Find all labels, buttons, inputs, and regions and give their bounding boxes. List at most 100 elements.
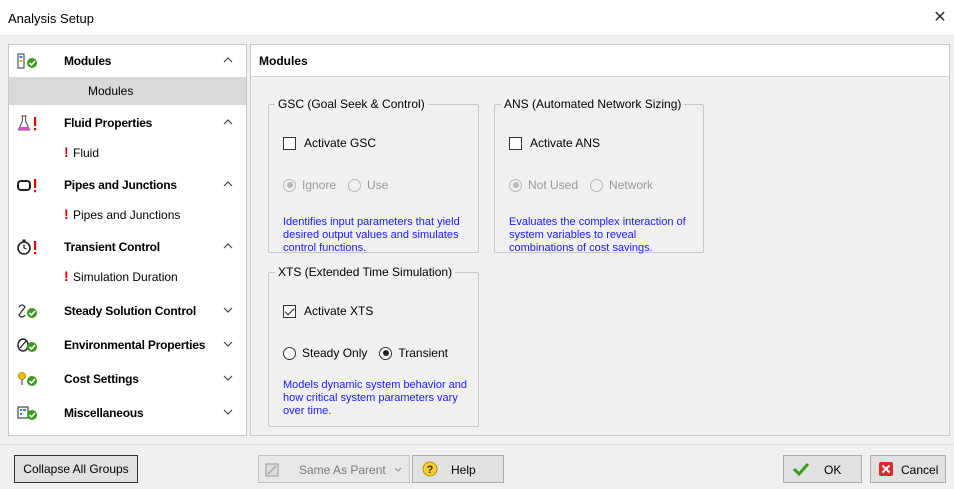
title-bar: Analysis Setup ✕: [0, 0, 954, 36]
help-label: Help: [451, 463, 476, 477]
ans-network-radio[interactable]: [590, 178, 604, 192]
ans-radio-group: Not Used Network: [509, 177, 665, 193]
modules-ok-icon: [17, 53, 37, 69]
chevron-down-icon: [394, 467, 402, 472]
xts-legend: XTS (Extended Time Simulation): [278, 265, 453, 279]
help-icon: ?: [422, 461, 438, 477]
cost-ok-icon: [18, 372, 37, 386]
group-label: Modules: [64, 54, 112, 68]
close-icon[interactable]: ✕: [930, 8, 950, 28]
gsc-ignore-label: Ignore: [302, 178, 337, 192]
gsc-description: Identifies input parameters that yield d…: [283, 216, 460, 254]
sidebar-item-label: Simulation Duration: [73, 270, 178, 284]
collapse-all-groups-label: Collapse All Groups: [23, 462, 129, 476]
gsc-radio-group: Ignore Use: [283, 177, 400, 193]
category-sidebar: Modules Modules Fluid Properties ! Fluid…: [8, 44, 247, 436]
ans-group: ANS (Automated Network Sizing) Activate …: [494, 97, 704, 254]
modules-panel: Modules GSC (Goal Seek & Control) Activa…: [250, 44, 950, 436]
activate-xts-checkbox[interactable]: [283, 304, 296, 318]
analysis-setup-window: Analysis Setup ✕ Modules Modules Fluid P…: [0, 0, 954, 489]
group-header-fluid-properties[interactable]: Fluid Properties: [9, 107, 246, 139]
ans-description: Evaluates the complex interaction of sys…: [509, 216, 686, 254]
group-header-pipes-and-junctions[interactable]: Pipes and Junctions: [9, 169, 246, 201]
solution-ok-icon: [18, 304, 37, 318]
gsc-ignore-radio[interactable]: [283, 178, 296, 192]
group-label: Cost Settings: [64, 372, 139, 386]
ok-label: OK: [824, 463, 842, 477]
cancel-icon: [879, 462, 893, 476]
ans-not-used-radio[interactable]: [509, 178, 522, 192]
sidebar-item-modules[interactable]: Modules: [9, 77, 246, 105]
same-as-parent-dropdown[interactable]: Same As Parent: [258, 455, 410, 483]
chevron-up-icon[interactable]: [221, 115, 235, 129]
xts-steady-only-radio[interactable]: [283, 346, 296, 360]
dialog-footer: Collapse All Groups Same As Parent ? Hel…: [0, 444, 954, 489]
chevron-up-icon[interactable]: [221, 239, 235, 253]
sidebar-item-label: Modules: [88, 84, 134, 98]
panel-header: Modules: [251, 45, 949, 76]
sidebar-item-fluid[interactable]: ! Fluid: [9, 139, 246, 167]
warning-icon: !: [64, 206, 69, 222]
group-label: Steady Solution Control: [64, 304, 197, 318]
cancel-button[interactable]: Cancel: [870, 455, 946, 483]
gsc-use-radio[interactable]: [348, 178, 362, 192]
pipe-warning-icon: [17, 179, 37, 193]
gsc-legend: GSC (Goal Seek & Control): [278, 97, 425, 111]
xts-transient-radio[interactable]: [379, 346, 393, 360]
activate-gsc-checkbox[interactable]: [283, 136, 296, 150]
chevron-down-icon[interactable]: [221, 337, 235, 351]
divider: [251, 76, 949, 77]
xts-steady-only-label: Steady Only: [302, 346, 368, 360]
chevron-up-icon[interactable]: [221, 177, 235, 191]
environment-ok-icon: [17, 338, 37, 352]
flask-warning-icon: [17, 115, 37, 131]
ans-network-label: Network: [609, 178, 654, 192]
xts-transient-label: Transient: [398, 346, 448, 360]
group-label: Environmental Properties: [64, 338, 206, 352]
ans-legend: ANS (Automated Network Sizing): [504, 97, 682, 111]
misc-ok-icon: [17, 406, 37, 420]
cancel-label: Cancel: [901, 463, 939, 477]
collapse-all-groups-button[interactable]: Collapse All Groups: [14, 455, 138, 483]
warning-icon: !: [64, 268, 69, 284]
group-header-miscellaneous[interactable]: Miscellaneous: [9, 397, 246, 429]
group-label: Transient Control: [64, 240, 160, 254]
activate-gsc-label: Activate GSC: [304, 136, 377, 150]
chevron-down-icon[interactable]: [221, 405, 235, 419]
help-button[interactable]: ? Help: [412, 455, 504, 483]
gsc-use-label: Use: [367, 178, 389, 192]
same-as-parent-label: Same As Parent: [299, 463, 386, 477]
sidebar-item-pipes-and-junctions[interactable]: ! Pipes and Junctions: [9, 201, 246, 229]
sidebar-item-label: Fluid: [73, 146, 100, 160]
sidebar-item-label: Pipes and Junctions: [73, 208, 181, 222]
gsc-group: GSC (Goal Seek & Control) Activate GSC I…: [268, 97, 479, 254]
chevron-down-icon[interactable]: [221, 303, 235, 317]
chevron-up-icon[interactable]: [221, 53, 235, 67]
activate-xts-checkbox-row[interactable]: Activate XTS: [283, 303, 373, 319]
xts-group: XTS (Extended Time Simulation) Activate …: [268, 265, 479, 427]
ok-button[interactable]: OK: [783, 455, 862, 483]
sidebar-item-simulation-duration[interactable]: ! Simulation Duration: [9, 263, 246, 291]
chevron-down-icon[interactable]: [221, 371, 235, 385]
svg-text:?: ?: [427, 464, 434, 476]
activate-ans-checkbox[interactable]: [509, 136, 522, 150]
activate-xts-label: Activate XTS: [304, 304, 374, 318]
activate-ans-checkbox-row[interactable]: Activate ANS: [509, 135, 600, 151]
group-header-environmental-properties[interactable]: Environmental Properties: [9, 329, 246, 361]
xts-radio-group: Steady Only Transient: [283, 345, 460, 361]
group-label: Miscellaneous: [64, 406, 144, 420]
warning-icon: !: [64, 144, 69, 160]
group-header-steady-solution-control[interactable]: Steady Solution Control: [9, 295, 246, 327]
same-as-parent-icon: [265, 463, 279, 477]
activate-gsc-checkbox-row[interactable]: Activate GSC: [283, 135, 376, 151]
group-header-transient-control[interactable]: Transient Control: [9, 231, 246, 263]
window-title: Analysis Setup: [8, 11, 94, 26]
group-header-cost-settings[interactable]: Cost Settings: [9, 363, 246, 395]
stopwatch-warning-icon: [17, 239, 37, 255]
group-header-modules[interactable]: Modules: [9, 45, 246, 77]
xts-description: Models dynamic system behavior and how c…: [283, 379, 468, 417]
dialog-body: Modules Modules Fluid Properties ! Fluid…: [0, 36, 954, 444]
checkmark-icon: [792, 462, 810, 477]
group-label: Fluid Properties: [64, 116, 153, 130]
activate-ans-label: Activate ANS: [530, 136, 601, 150]
